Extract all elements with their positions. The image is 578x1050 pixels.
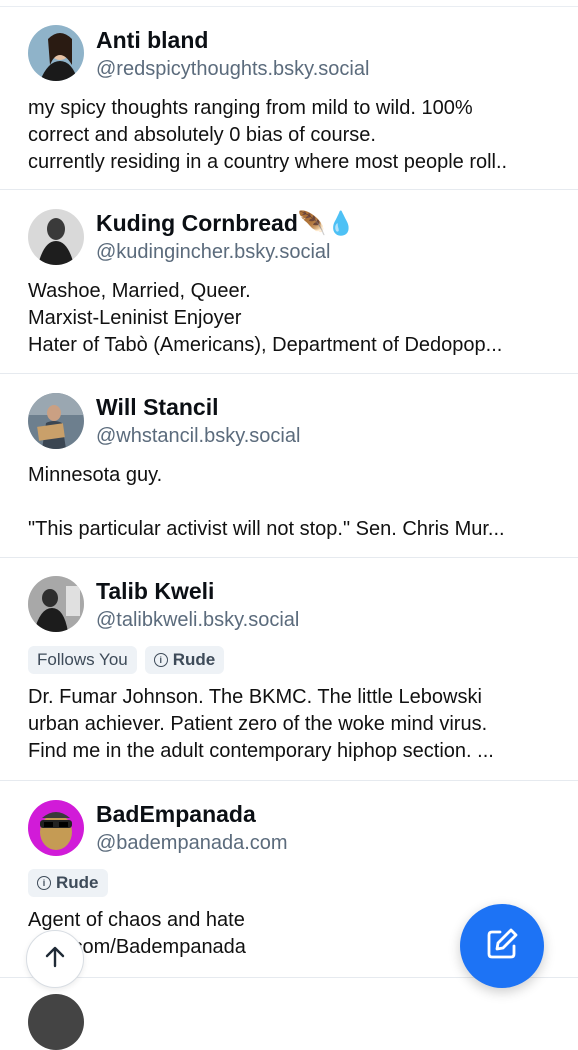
- handle: @badempanada.com: [96, 832, 288, 854]
- moderation-label-badge[interactable]: i Rude: [28, 869, 108, 897]
- handle: @talibkweli.bsky.social: [96, 609, 300, 631]
- label-badges: Follows You i Rude: [28, 646, 225, 674]
- scroll-to-top-button[interactable]: [26, 930, 84, 988]
- label-badges: i Rude: [28, 869, 108, 897]
- handle: @redspicythoughts.bsky.social: [96, 58, 370, 80]
- profile-description: Washoe, Married, Queer. Marxist-Leninist…: [28, 280, 503, 356]
- display-name[interactable]: Anti bland: [96, 27, 208, 54]
- profile-card[interactable]: Kuding Cornbread🪶💧 @kudingincher.bsky.so…: [0, 190, 578, 374]
- avatar[interactable]: [28, 209, 84, 265]
- profile-card[interactable]: Anti bland @redspicythoughts.bsky.social…: [0, 7, 578, 190]
- badge-text: Rude: [172, 650, 216, 669]
- avatar[interactable]: [28, 576, 84, 632]
- avatar[interactable]: [28, 25, 84, 81]
- badge-text: Rude: [56, 873, 99, 892]
- info-icon: i: [153, 653, 168, 667]
- badge-text: Follows You: [37, 650, 128, 669]
- profile-description: Dr. Fumar Johnson. The BKMC. The little …: [28, 686, 494, 762]
- avatar[interactable]: [28, 800, 84, 856]
- profile-card[interactable]: Will Stancil @whstancil.bsky.social Minn…: [0, 374, 578, 558]
- display-name[interactable]: BadEmpanada: [96, 801, 256, 828]
- display-name[interactable]: Will Stancil: [96, 394, 218, 421]
- top-divider: [0, 0, 578, 7]
- profile-card[interactable]: Talib Kweli @talibkweli.bsky.social Foll…: [0, 558, 578, 781]
- arrow-up-icon: [42, 944, 68, 975]
- compose-icon: [484, 926, 520, 967]
- handle: @whstancil.bsky.social: [96, 425, 301, 447]
- follows-you-badge: Follows You: [28, 646, 137, 674]
- avatar[interactable]: [28, 994, 84, 1050]
- profile-description: my spicy thoughts ranging from mild to w…: [28, 97, 508, 173]
- avatar[interactable]: [28, 393, 84, 449]
- handle: @kudingincher.bsky.social: [96, 241, 331, 263]
- profile-description: Minnesota guy. "This particular activist…: [28, 464, 505, 540]
- info-icon: i: [37, 876, 51, 890]
- compose-button[interactable]: [460, 904, 544, 988]
- display-name[interactable]: Talib Kweli: [96, 578, 214, 605]
- display-name[interactable]: Kuding Cornbread🪶💧: [96, 210, 355, 237]
- moderation-label-badge[interactable]: i Rude: [144, 646, 225, 674]
